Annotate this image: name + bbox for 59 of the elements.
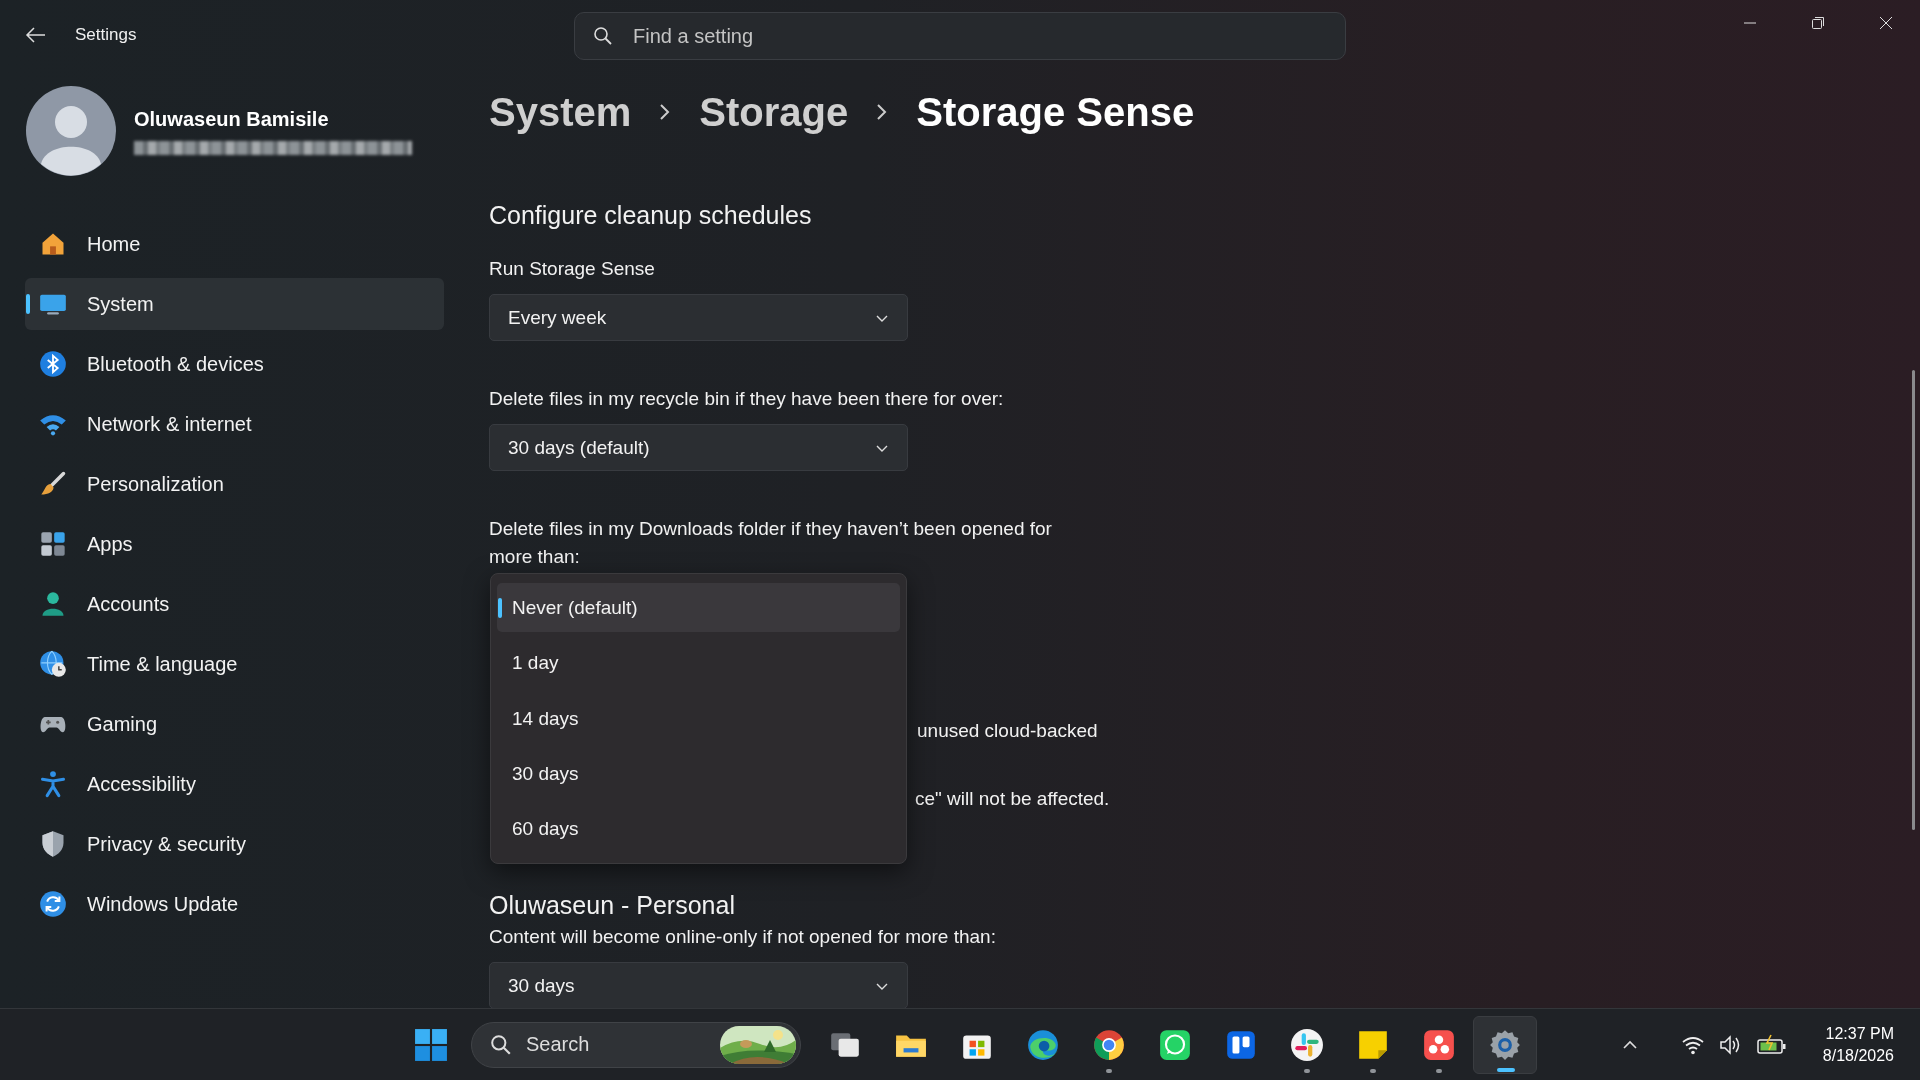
- page-title: Storage Sense: [916, 89, 1195, 135]
- sidebar-item[interactable]: Bluetooth & devices: [25, 338, 444, 390]
- description-text: ce" will not be affected.: [915, 788, 1110, 809]
- scrollbar-thumb[interactable]: [1912, 370, 1915, 830]
- sidebar-item[interactable]: Network & internet: [25, 398, 444, 450]
- restore-icon: [1811, 16, 1825, 30]
- taskbar-search-button[interactable]: Search: [471, 1021, 801, 1068]
- sidebar-item[interactable]: Time & language: [25, 638, 444, 690]
- field-label: Content will become online-only if not opened for more than:: [489, 925, 997, 949]
- dropdown-option[interactable]: Never (default): [497, 583, 900, 633]
- breadcrumb-link[interactable]: System: [489, 89, 632, 135]
- sidebar-item[interactable]: System: [25, 278, 444, 330]
- description-text: unused cloud-backed: [917, 720, 1098, 741]
- sidebar-item[interactable]: Personalization: [25, 458, 444, 510]
- dropdown-option[interactable]: 60 days: [497, 804, 900, 855]
- field-label: Run Storage Sense: [489, 257, 656, 281]
- search-icon: [490, 1033, 512, 1056]
- dropdown[interactable]: 30 days (default): [489, 424, 908, 471]
- dropdown[interactable]: 30 days: [489, 962, 908, 1008]
- selection-indicator: [498, 598, 502, 618]
- sidebar-item[interactable]: Accounts: [25, 578, 444, 630]
- sidebar-item[interactable]: Home: [25, 218, 444, 270]
- clock-date: 8/18/2026: [1822, 1045, 1894, 1066]
- breadcrumb-link[interactable]: Storage: [699, 89, 849, 135]
- search-field[interactable]: Find a setting: [574, 12, 1346, 60]
- dropdown-option[interactable]: 14 days: [497, 693, 900, 744]
- hash-icon: [1290, 1027, 1324, 1062]
- sidebar-item[interactable]: Privacy & security: [25, 818, 444, 870]
- sidebar-item[interactable]: Apps: [25, 518, 444, 570]
- globe-clock-icon: [39, 650, 67, 678]
- selection-indicator: [26, 294, 30, 314]
- dropdown-option[interactable]: 1 day: [497, 638, 900, 688]
- search-input[interactable]: Find a setting: [631, 23, 1235, 49]
- clock-time: 12:37 PM: [1825, 1023, 1894, 1044]
- accessibility-icon: [39, 770, 67, 798]
- windows-logo-icon: [414, 1027, 448, 1062]
- sidebar-item[interactable]: Gaming: [25, 698, 444, 750]
- avatar-icon: [26, 86, 116, 176]
- chrome-icon: [1092, 1027, 1126, 1062]
- dropdown-option[interactable]: 30 days: [497, 749, 900, 799]
- edge-icon: [1026, 1027, 1060, 1062]
- close-icon: [1879, 16, 1893, 30]
- dropdown[interactable]: Every week: [489, 294, 908, 341]
- refresh-icon: [39, 890, 67, 918]
- field-label: Delete files in my Downloads folder if they haven’t been opened for more than:: [489, 517, 1053, 569]
- chat-bubble-icon: [1158, 1027, 1192, 1062]
- field-label: Delete files in my recycle bin if they have been there for over:: [489, 387, 1005, 411]
- search-icon: [593, 26, 613, 46]
- sidebar-item[interactable]: Windows Update: [25, 878, 444, 930]
- section-heading: Oluwaseun - Personal: [489, 890, 736, 921]
- profile-name: Oluwaseun Bamisile: [134, 107, 330, 131]
- taskbar-button[interactable]: [1473, 1015, 1537, 1074]
- battery-icon[interactable]: [1756, 1033, 1787, 1056]
- bluetooth-icon: [39, 350, 67, 378]
- dots-icon: [1422, 1027, 1456, 1062]
- section-heading: Configure cleanup schedules: [489, 200, 813, 231]
- window-title: Settings: [75, 25, 137, 45]
- apps-icon: [39, 530, 67, 558]
- sidebar-item[interactable]: Accessibility: [25, 758, 444, 810]
